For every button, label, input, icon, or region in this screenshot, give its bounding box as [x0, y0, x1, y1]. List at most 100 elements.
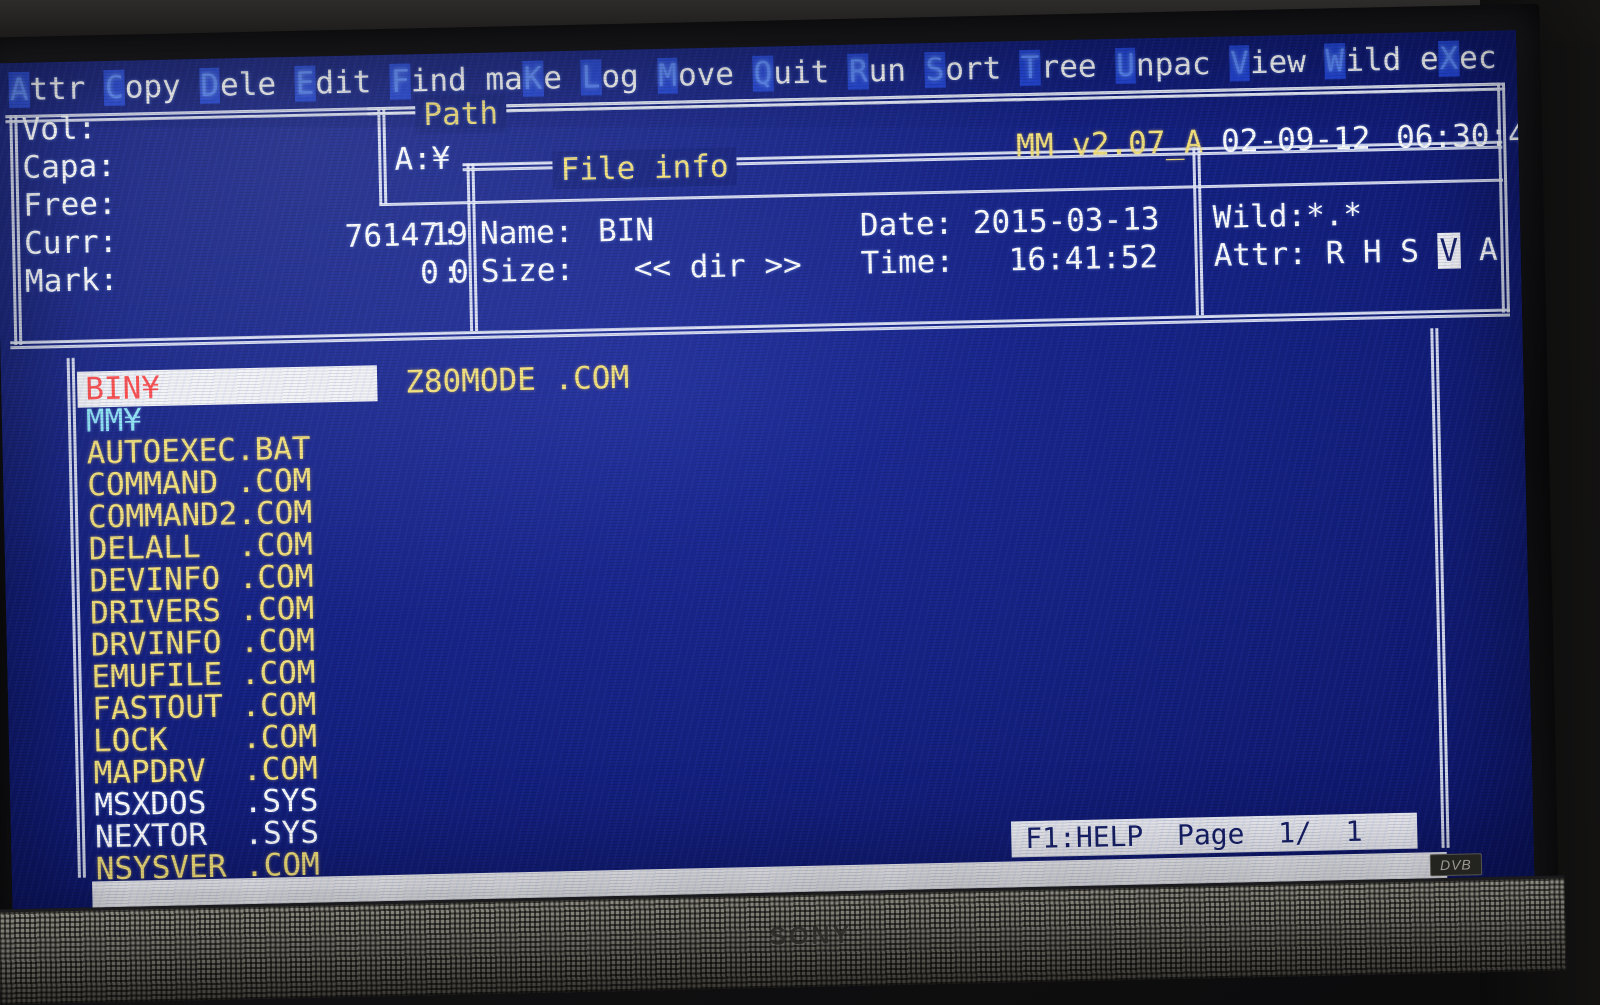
menu-item-Copy[interactable]: Copy: [103, 68, 182, 107]
menu-item-Attr[interactable]: Attr: [8, 70, 86, 109]
volume-label-capa: Capa:: [22, 147, 117, 186]
menu-item-maKe[interactable]: maKe: [485, 60, 562, 98]
menu-item-hotkey: Q: [752, 55, 774, 92]
menu-item-Wild[interactable]: Wild: [1324, 41, 1402, 80]
file-list-item[interactable]: Z80MODE .COM: [404, 359, 630, 401]
status-bar: F1:HELP Page 1/ 1: [1010, 812, 1418, 858]
menu-item-Run[interactable]: Run: [847, 52, 907, 90]
sony-brand-logo: SONY: [769, 920, 853, 951]
file-extension: .COM: [554, 359, 630, 398]
menu-item-hotkey: S: [924, 51, 946, 89]
fileinfo-date-label: Date:: [859, 205, 954, 244]
path-box-left: [377, 107, 383, 206]
volume-label-free: Free:: [22, 185, 117, 224]
wild-value: *.*: [1305, 196, 1363, 234]
menu-item-Quit[interactable]: Quit: [752, 54, 830, 92]
menu-item-label: og: [600, 58, 640, 96]
filter-box-left: [1192, 147, 1199, 316]
menu-item-Log[interactable]: Log: [580, 58, 640, 96]
fileinfo-time-value: 16:41:52: [1008, 239, 1159, 279]
fileinfo-box-title: File info: [552, 147, 737, 190]
filelist-left-rule: [66, 357, 81, 878]
menu-item-label: ind: [410, 62, 468, 100]
menu-item-hotkey: L: [580, 59, 602, 96]
attr-flag-v[interactable]: V: [1437, 232, 1461, 270]
menu-item-label: ec: [1458, 39, 1497, 77]
fileinfo-name-value: BIN: [597, 212, 655, 250]
filelist-right-rule: [1430, 328, 1445, 849]
menu-item-prefix: ma: [484, 60, 524, 98]
menu-item-Sort[interactable]: Sort: [924, 50, 1002, 89]
screen: Attr Copy Dele Edit Find maKe Log Move Q…: [0, 30, 1535, 910]
menu-item-Dele[interactable]: Dele: [199, 66, 276, 104]
wild-label: Wild:: [1212, 197, 1307, 236]
menu-item-label: iew: [1249, 43, 1307, 82]
attr-flag-r[interactable]: R: [1325, 235, 1344, 271]
file-name: Z80MODE: [404, 361, 555, 401]
filelist-column-2[interactable]: Z80MODE .COM: [404, 359, 630, 401]
mm-file-manager: Attr Copy Dele Edit Find maKe Log Move Q…: [0, 30, 1535, 910]
menu-item-hotkey: X: [1438, 40, 1460, 77]
menu-item-hotkey: V: [1228, 45, 1251, 82]
frame-left-rule: [9, 115, 18, 346]
photograph-of-monitor: Attr Copy Dele Edit Find maKe Log Move Q…: [0, 0, 1600, 1005]
menu-item-eXec[interactable]: eXec: [1419, 40, 1496, 78]
menu-item-hotkey: F: [389, 63, 412, 100]
menu-item-label: ele: [219, 66, 277, 104]
menu-item-label: ttr: [29, 70, 86, 108]
volume-label-vol: Vol:: [21, 110, 97, 148]
menu-item-Tree[interactable]: Tree: [1019, 48, 1097, 87]
menu-item-Edit[interactable]: Edit: [294, 64, 372, 102]
menu-item-View[interactable]: View: [1228, 43, 1307, 82]
menu-item-label: e: [542, 60, 563, 97]
menu-item-label: ove: [677, 56, 735, 94]
fileinfo-name-label: Name:: [479, 213, 574, 252]
menu-item-label: un: [868, 52, 907, 90]
menu-item-label: dit: [314, 64, 372, 102]
menu-item-label: opy: [124, 68, 182, 106]
menu-item-Find[interactable]: Find: [389, 62, 468, 100]
volume-label-mark: Mark:: [24, 261, 119, 300]
menu-item-hotkey: K: [522, 60, 544, 97]
fileinfo-size-value: << dir >>: [633, 246, 803, 287]
volume-mark-files: 0: [449, 254, 470, 291]
fileinfo-time-label: Time:: [860, 243, 955, 282]
app-version: v2.07_A: [1071, 124, 1204, 163]
menu-item-hotkey: W: [1324, 43, 1346, 80]
menu-item-hotkey: A: [8, 71, 30, 109]
system-time: 06:30:44: [1395, 116, 1535, 156]
menu-item-hotkey: D: [199, 67, 221, 104]
volume-curr-files: 19: [430, 216, 469, 253]
app-name: MM: [1015, 127, 1054, 165]
menu-item-Move[interactable]: Move: [656, 56, 735, 95]
menu-item-hotkey: U: [1114, 47, 1137, 85]
attr-flag-a[interactable]: A: [1479, 232, 1498, 268]
menu-item-hotkey: M: [656, 57, 679, 95]
menu-item-Unpac[interactable]: Unpac: [1114, 45, 1211, 85]
path-box-title: Path: [414, 94, 507, 135]
menu-item-label: ild: [1344, 41, 1402, 79]
sony-monitor: Attr Copy Dele Edit Find maKe Log Move Q…: [0, 0, 1600, 1005]
volume-label-curr: Curr:: [23, 223, 118, 262]
filelist-column-1[interactable]: BIN¥ MM¥ AUTOEXEC.BAT COMMAND .COM COMMAND…: [85, 369, 321, 909]
menu-item-label: npac: [1135, 45, 1211, 84]
fileinfo-date-value: 2015-03-13: [972, 201, 1160, 242]
dvb-badge: DVB: [1429, 853, 1483, 877]
wild-filter: Wild:*.*: [1212, 196, 1362, 237]
menu-item-label: ree: [1040, 48, 1097, 86]
attr-filter[interactable]: Attr: R H S V A: [1213, 231, 1498, 275]
fileinfo-size-label: Size:: [480, 251, 575, 290]
menu-item-hotkey: E: [294, 65, 316, 102]
menu-item-hotkey: C: [103, 69, 126, 107]
menu-item-label: ort: [944, 50, 1002, 88]
file-list-item[interactable]: BIN¥: [85, 369, 310, 408]
attr-flag-h[interactable]: H: [1363, 234, 1382, 270]
menu-item-hotkey: T: [1019, 49, 1042, 87]
attr-flags[interactable]: R H S V A: [1325, 232, 1498, 272]
app-name-version: MM v2.07_A: [1016, 123, 1203, 165]
menu-item-label: uit: [772, 54, 830, 92]
fileinfo-box-left: [466, 163, 474, 332]
attr-label: Attr:: [1213, 235, 1308, 274]
menu-item-hotkey: R: [847, 53, 870, 90]
attr-flag-s[interactable]: S: [1400, 233, 1419, 269]
